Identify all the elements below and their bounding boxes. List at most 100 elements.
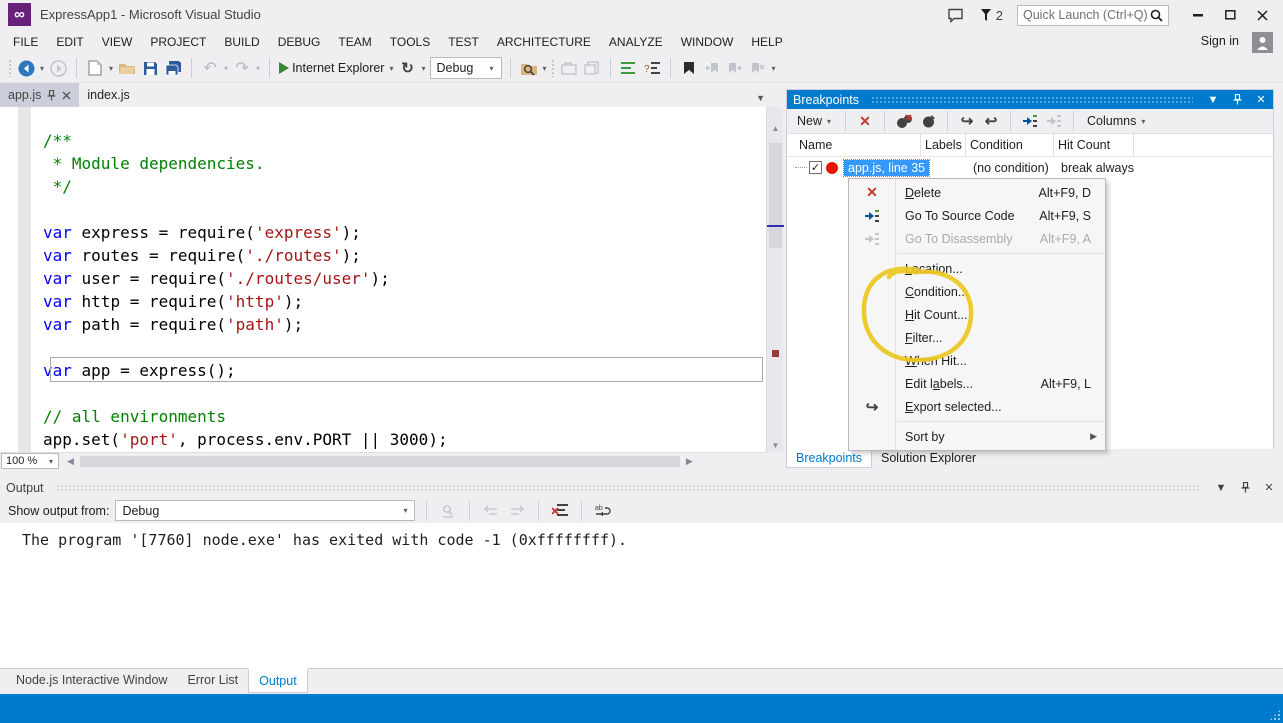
- scroll-down-icon[interactable]: ▼: [767, 438, 784, 452]
- menu-test[interactable]: TEST: [439, 31, 488, 53]
- find-in-files-icon[interactable]: [519, 57, 539, 79]
- code-line[interactable]: var path = require('path');: [43, 313, 766, 336]
- refresh-dropdown-icon[interactable]: ▾: [421, 64, 427, 73]
- tab-output[interactable]: Output: [248, 668, 308, 693]
- navigate-back-icon[interactable]: [16, 57, 36, 79]
- columns-button[interactable]: Columns ▾: [1083, 114, 1150, 128]
- resize-grip-icon[interactable]: [1269, 709, 1281, 721]
- context-menu-item[interactable]: ↪Export selected...: [849, 395, 1105, 418]
- close-tab-icon[interactable]: [62, 91, 71, 100]
- code-line[interactable]: var express = require('express');: [43, 221, 766, 244]
- context-menu-item[interactable]: Edit labels...Alt+F9, L: [849, 372, 1105, 395]
- tab-index-js[interactable]: index.js: [79, 83, 137, 107]
- context-menu-item[interactable]: ✕DeleteAlt+F9, D: [849, 181, 1105, 204]
- breakpoint-name[interactable]: app.js, line 35: [844, 160, 929, 176]
- uncomment-lines-icon[interactable]: ?: [642, 57, 662, 79]
- context-menu-item[interactable]: Condition...: [849, 280, 1105, 303]
- bookmark-options-chevron-icon[interactable]: ▾: [771, 64, 777, 73]
- toggle-all-breakpoints-icon[interactable]: [918, 110, 938, 132]
- save-all-icon[interactable]: [163, 57, 183, 79]
- code-line[interactable]: [43, 382, 766, 405]
- pin-icon[interactable]: [47, 90, 56, 101]
- sign-in-link[interactable]: Sign in: [1201, 34, 1239, 48]
- scroll-left-icon[interactable]: ◀: [67, 456, 74, 467]
- save-icon[interactable]: [140, 57, 160, 79]
- pin-icon[interactable]: [1237, 482, 1253, 493]
- context-menu-item[interactable]: Go To Source CodeAlt+F9, S: [849, 204, 1105, 227]
- window-position-dropdown-icon[interactable]: ▼: [1205, 94, 1221, 106]
- comment-lines-icon[interactable]: [619, 57, 639, 79]
- menu-help[interactable]: HELP: [742, 31, 791, 53]
- context-menu-item[interactable]: When Hit...: [849, 349, 1105, 372]
- footer-tab-solution-explorer[interactable]: Solution Explorer: [872, 449, 985, 467]
- feedback-icon[interactable]: [946, 4, 966, 26]
- clear-all-icon[interactable]: [550, 500, 570, 522]
- breakpoints-title-bar[interactable]: Breakpoints ▼ ✕: [787, 90, 1273, 109]
- breakpoint-checkbox[interactable]: ✓: [809, 161, 822, 174]
- menu-debug[interactable]: DEBUG: [269, 31, 330, 53]
- code-line[interactable]: var routes = require('./routes');: [43, 244, 766, 267]
- navigate-back-dropdown-icon[interactable]: ▾: [39, 64, 45, 73]
- output-source-select[interactable]: Debug ▾: [115, 500, 415, 521]
- minimize-button[interactable]: [1183, 2, 1213, 28]
- hscrollbar-thumb[interactable]: [80, 456, 680, 467]
- menu-architecture[interactable]: ARCHITECTURE: [488, 31, 600, 53]
- code-line[interactable]: [43, 198, 766, 221]
- breakpoint-row[interactable]: ✓ app.js, line 35 (no condition) break a…: [787, 157, 1273, 178]
- go-to-source-icon[interactable]: [1020, 110, 1040, 132]
- tab-nodejs-interactive-window[interactable]: Node.js Interactive Window: [6, 669, 177, 691]
- find-options-chevron-icon[interactable]: ▾: [542, 64, 548, 73]
- code-line[interactable]: var user = require('./routes/user');: [43, 267, 766, 290]
- menu-tools[interactable]: TOOLS: [381, 31, 439, 53]
- menu-edit[interactable]: EDIT: [47, 31, 92, 53]
- zoom-select[interactable]: 100 % ▾: [1, 453, 59, 469]
- toolbar-grip[interactable]: [8, 59, 13, 77]
- code-line[interactable]: var http = require('http');: [43, 290, 766, 313]
- quick-launch-input[interactable]: Quick Launch (Ctrl+Q): [1017, 5, 1169, 26]
- menu-build[interactable]: BUILD: [215, 31, 268, 53]
- code-editor[interactable]: /** * Module dependencies. */ var expres…: [0, 107, 766, 452]
- code-line[interactable]: * Module dependencies.: [43, 152, 766, 175]
- tab-error-list[interactable]: Error List: [177, 669, 248, 691]
- new-file-icon[interactable]: [85, 57, 105, 79]
- footer-tab-breakpoints[interactable]: Breakpoints: [786, 449, 872, 468]
- menu-window[interactable]: WINDOW: [672, 31, 743, 53]
- code-line[interactable]: app.set('port', process.env.PORT || 3000…: [43, 428, 766, 451]
- column-header-hit-count[interactable]: Hit Count: [1054, 134, 1134, 157]
- scroll-up-icon[interactable]: ▲: [767, 121, 784, 135]
- toggle-word-wrap-icon[interactable]: ab: [593, 500, 613, 522]
- new-file-dropdown-icon[interactable]: ▾: [108, 64, 114, 73]
- close-panel-icon[interactable]: ✕: [1253, 93, 1269, 106]
- menu-analyze[interactable]: ANALYZE: [600, 31, 672, 53]
- toolbar-grip[interactable]: [551, 59, 556, 77]
- menu-project[interactable]: PROJECT: [141, 31, 215, 53]
- maximize-button[interactable]: [1215, 2, 1245, 28]
- start-debug-button[interactable]: Internet Explorer ▾: [278, 61, 394, 75]
- vertical-scrollbar[interactable]: ▲ ▼: [766, 107, 783, 452]
- code-line[interactable]: */: [43, 175, 766, 198]
- pin-icon[interactable]: [1229, 94, 1245, 105]
- window-position-dropdown-icon[interactable]: ▼: [1213, 482, 1229, 494]
- notifications-button[interactable]: 2: [980, 8, 1003, 23]
- code-line[interactable]: // all environments: [43, 405, 766, 428]
- menu-file[interactable]: FILE: [4, 31, 47, 53]
- output-content[interactable]: The program '[7760] node.exe' has exited…: [0, 523, 1283, 668]
- document-list-dropdown-icon[interactable]: ▼: [756, 93, 765, 103]
- column-header-labels[interactable]: Labels: [921, 134, 966, 157]
- delete-breakpoint-icon[interactable]: ✕: [855, 110, 875, 132]
- context-menu-item[interactable]: Sort by▶: [849, 425, 1105, 448]
- scroll-right-icon[interactable]: ▶: [686, 456, 693, 467]
- close-panel-icon[interactable]: ✕: [1261, 481, 1277, 494]
- tab-app-js[interactable]: app.js: [0, 83, 79, 107]
- user-avatar-icon[interactable]: [1252, 32, 1273, 53]
- menu-view[interactable]: VIEW: [93, 31, 142, 53]
- context-menu-item[interactable]: Location...: [849, 257, 1105, 280]
- menu-team[interactable]: TEAM: [329, 31, 380, 53]
- export-breakpoints-icon[interactable]: ↪: [957, 110, 977, 132]
- code-line[interactable]: /**: [43, 129, 766, 152]
- import-breakpoints-icon[interactable]: ↩: [981, 110, 1001, 132]
- scrollbar-thumb[interactable]: [769, 143, 782, 248]
- code-line[interactable]: var app = express();: [43, 359, 766, 382]
- column-header-condition[interactable]: Condition: [966, 134, 1054, 157]
- close-button[interactable]: [1247, 2, 1277, 28]
